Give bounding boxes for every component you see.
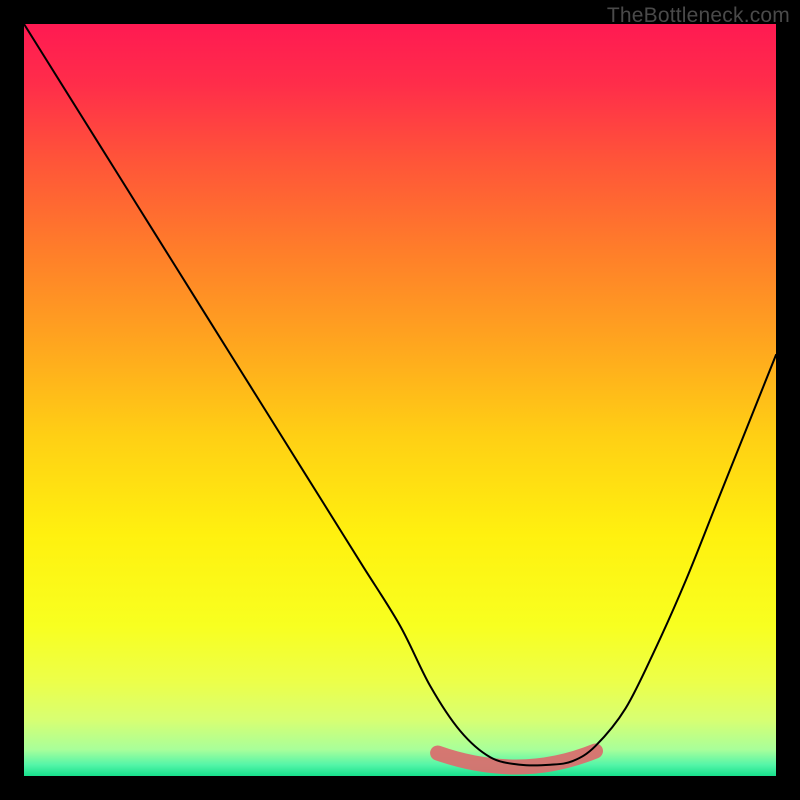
- chart-stage: TheBottleneck.com: [0, 0, 800, 800]
- gradient-background: [24, 24, 776, 776]
- plot-area: [24, 24, 776, 776]
- plot-svg: [24, 24, 776, 776]
- watermark-text: TheBottleneck.com: [607, 4, 790, 28]
